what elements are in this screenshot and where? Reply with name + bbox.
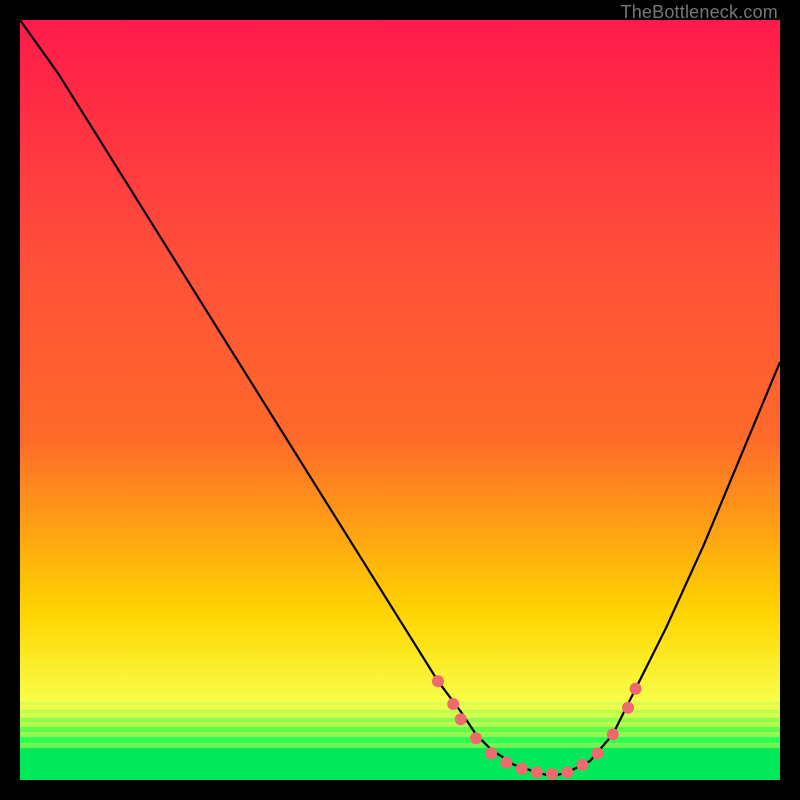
chart-frame <box>20 20 780 780</box>
optimal-dot <box>622 702 634 714</box>
optimal-dot <box>485 747 497 759</box>
green-band <box>20 702 780 705</box>
optimal-dot <box>432 675 444 687</box>
optimal-dot <box>630 683 642 695</box>
green-band <box>20 710 780 713</box>
optimal-dot <box>561 766 573 778</box>
optimal-dot <box>447 698 459 710</box>
optimal-dot <box>500 757 512 769</box>
optimal-dot <box>470 732 482 744</box>
green-band <box>20 727 780 732</box>
optimal-dot <box>531 766 543 778</box>
optimal-dot <box>546 768 558 780</box>
watermark-text: TheBottleneck.com <box>621 2 778 23</box>
green-band <box>20 748 780 780</box>
optimal-dot <box>592 747 604 759</box>
green-band <box>20 737 780 743</box>
bottleneck-chart <box>20 20 780 780</box>
optimal-dot <box>607 728 619 740</box>
optimal-dot <box>576 759 588 771</box>
green-band <box>20 718 780 722</box>
optimal-dot <box>516 763 528 775</box>
gradient-background <box>20 20 780 780</box>
optimal-dot <box>455 713 467 725</box>
